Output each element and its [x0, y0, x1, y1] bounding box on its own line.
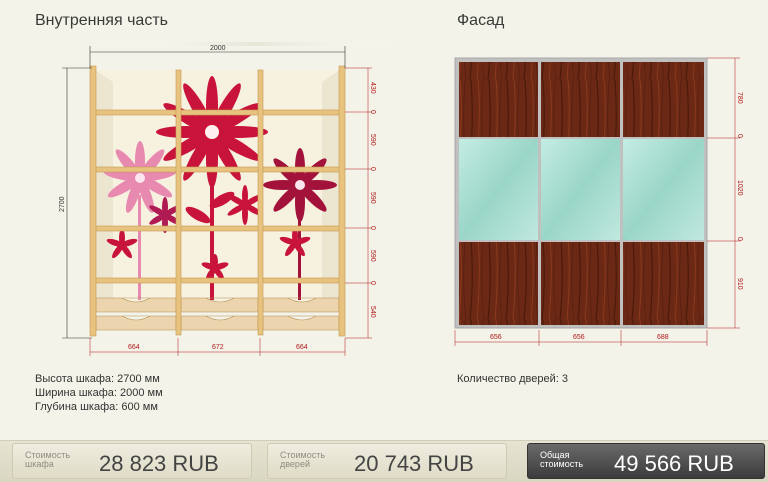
door-3 [623, 62, 704, 325]
door-width-label: 656 [573, 334, 585, 341]
panel-height-label: 780 [736, 92, 743, 104]
height-dimension-label: 2700 [59, 196, 66, 212]
total-price-label: Общая стоимость [540, 451, 610, 469]
door-1 [459, 62, 538, 325]
facade-drawing: 780 1020 910 0 0 656 656 688 [454, 57, 743, 346]
door-width-label: 688 [657, 334, 669, 341]
zero-mark: 0 [369, 167, 376, 171]
facade-info: Количество дверей: 3 [457, 372, 568, 386]
side-wall-left [95, 70, 113, 310]
section-width-label: 672 [212, 344, 224, 351]
door-width-label: 656 [490, 334, 502, 341]
shelf-gap-label: 590 [369, 134, 376, 146]
price-label-line: дверей [280, 459, 310, 469]
cabinet-height-text: Высота шкафа: 2700 мм [35, 373, 160, 385]
doors-price-value: 20 743 RUB [354, 451, 474, 476]
width-dimension-label: 2000 [210, 45, 226, 52]
cabinet-price-value: 28 823 RUB [99, 451, 219, 476]
doors-price-label: Стоимость дверей [280, 451, 350, 469]
price-label-line: стоимость [540, 459, 584, 469]
facade-section-title: Фасад [457, 12, 505, 29]
shelf-gap-label: 590 [369, 192, 376, 204]
door-2 [541, 62, 620, 325]
zero-mark: 0 [736, 134, 743, 138]
drawers [95, 297, 340, 331]
shelf-gap-label: 540 [369, 306, 376, 318]
price-label-line: шкафа [25, 459, 54, 469]
inner-section-title: Внутренняя часть [35, 12, 168, 29]
section-width-label: 664 [296, 344, 308, 351]
zero-mark: 0 [369, 226, 376, 230]
door-count-text: Количество дверей: 3 [457, 373, 568, 385]
inner-wardrobe-drawing: 2000 2700 430 590 590 590 540 0 0 0 0 66… [59, 42, 390, 356]
shelf-gap-label: 430 [369, 82, 376, 94]
section-width-label: 664 [128, 344, 140, 351]
cabinet-depth-text: Глубина шкафа: 600 мм [35, 401, 158, 413]
total-price-box: Общая стоимость 49 566 RUB [527, 443, 765, 479]
cabinet-price-box: Стоимость шкафа 28 823 RUB [12, 443, 252, 479]
zero-mark: 0 [736, 237, 743, 241]
shelf-gap-label: 590 [369, 250, 376, 262]
cabinet-dimensions-info: Высота шкафа: 2700 мм Ширина шкафа: 2000… [35, 372, 163, 414]
zero-mark: 0 [369, 281, 376, 285]
cabinet-width-text: Ширина шкафа: 2000 мм [35, 387, 163, 399]
panel-height-label: 910 [736, 278, 743, 290]
cabinet-price-label: Стоимость шкафа [25, 451, 95, 469]
zero-mark: 0 [369, 110, 376, 114]
side-wall-right [322, 70, 340, 310]
doors-price-box: Стоимость дверей 20 743 RUB [267, 443, 507, 479]
total-price-value: 49 566 RUB [614, 451, 734, 476]
panel-height-label: 1020 [736, 180, 743, 196]
